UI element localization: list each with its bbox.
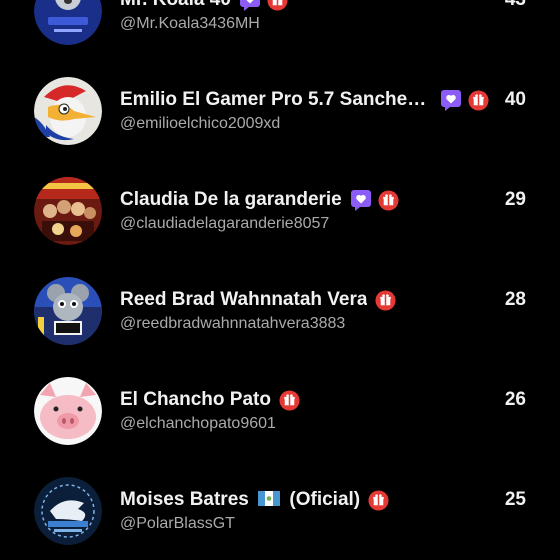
woody-woodpecker-avatar-icon [34,77,102,145]
list-item[interactable]: El Chancho Pato @elchanchopato9601 26 [0,377,560,477]
member-count: 25 [504,489,526,510]
avatar[interactable] [34,0,102,45]
member-count: 26 [504,389,526,410]
member-count: 40 [504,89,526,110]
heart-badge-icon [441,90,461,111]
name-line: Reed Brad Wahnnatah Vera [120,287,396,313]
name-line: Mr. Koala 40 [120,0,288,13]
member-name[interactable]: Mr. Koala 40 [120,0,231,11]
name-line: El Chancho Pato [120,387,300,413]
gift-badge-icon [267,0,288,11]
member-count: 29 [504,189,526,210]
member-handle[interactable]: @claudiadelagaranderie8057 [120,215,329,233]
member-name[interactable]: Claudia De la garanderie [120,189,342,211]
member-name[interactable]: Moises Batres (Oficial) [120,489,360,511]
poster-avatar-icon [34,177,102,245]
name-line: Claudia De la garanderie [120,187,399,213]
member-name[interactable]: Reed Brad Wahnnatah Vera [120,289,367,311]
member-name[interactable]: El Chancho Pato [120,389,271,411]
avatar[interactable] [34,177,102,245]
avatar[interactable] [34,377,102,445]
gift-badge-icon [375,289,396,311]
name-line: Moises Batres (Oficial) [120,487,389,513]
list-item[interactable]: Moises Batres (Oficial) @PolarBlassGT 25 [0,477,560,560]
avatar[interactable] [34,477,102,545]
member-list: Mr. Koala 40 @Mr.Koala3436MH 43 [0,0,560,560]
pig-avatar-icon [34,377,102,445]
member-handle[interactable]: @PolarBlassGT [120,515,235,533]
gift-badge-icon [468,89,489,111]
member-handle[interactable]: @emilioelchico2009xd [120,115,280,133]
gift-badge-icon [378,189,399,211]
member-handle[interactable]: @reedbradwahnnatahvera3883 [120,315,345,333]
avatar[interactable] [34,77,102,145]
list-item[interactable]: Mr. Koala 40 @Mr.Koala3436MH 43 [0,0,560,77]
avatar[interactable] [34,277,102,345]
member-count: 43 [505,0,526,13]
member-count: 28 [504,289,526,310]
koala-avatar-icon [34,0,102,45]
list-item[interactable]: Reed Brad Wahnnatah Vera @reedbradwahnna… [0,277,560,377]
gift-badge-icon [368,489,389,511]
guatemala-flag-icon [258,491,281,506]
cartoon-mouse-avatar-icon [34,277,102,345]
heart-badge-icon [350,190,371,211]
member-name[interactable]: Emilio El Gamer Pro 5.7 Sanchez Vasq [120,89,432,111]
polar-logo-avatar-icon [34,477,102,545]
list-item[interactable]: Claudia De la garanderie @claudiadelagar… [0,177,560,277]
list-item[interactable]: Emilio El Gamer Pro 5.7 Sanchez Vasq @em… [0,77,560,177]
name-line: Emilio El Gamer Pro 5.7 Sanchez Vasq [120,87,489,113]
member-handle[interactable]: @Mr.Koala3436MH [120,15,260,33]
member-handle[interactable]: @elchanchopato9601 [120,415,276,433]
heart-badge-icon [239,0,260,11]
gift-badge-icon [279,389,300,411]
